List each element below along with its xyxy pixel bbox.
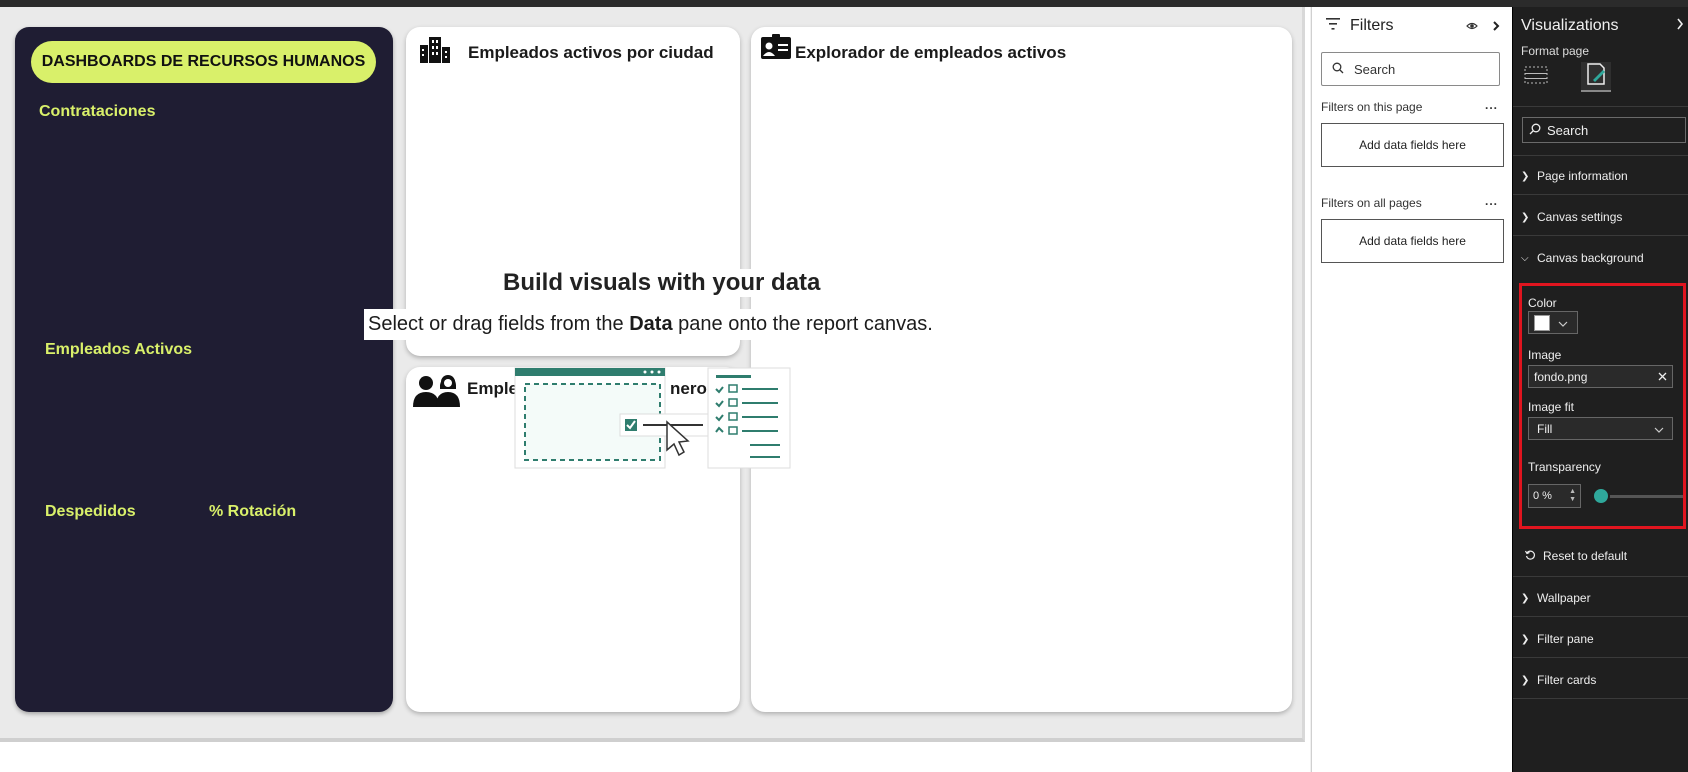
tab-visual-build[interactable] bbox=[1521, 62, 1551, 92]
filter-icon bbox=[1326, 17, 1340, 35]
more-options-icon[interactable]: ... bbox=[1485, 194, 1498, 208]
color-picker[interactable] bbox=[1528, 311, 1578, 334]
reset-label: Reset to default bbox=[1543, 549, 1628, 563]
image-fit-label: Image fit bbox=[1528, 400, 1575, 414]
image-fit-select[interactable]: Fill bbox=[1528, 417, 1673, 440]
chevron-down-icon bbox=[1654, 422, 1664, 436]
stepper-icon[interactable]: ▲ ▼ bbox=[1569, 488, 1576, 504]
chevron-right-icon: ❯ bbox=[1521, 592, 1530, 604]
chevron-right-icon: ❯ bbox=[1521, 170, 1530, 182]
report-page[interactable]: DASHBOARDS DE RECURSOS HUMANOS Contratac… bbox=[0, 7, 1305, 742]
separator bbox=[1513, 698, 1688, 699]
hr-dashboard-panel[interactable]: DASHBOARDS DE RECURSOS HUMANOS Contratac… bbox=[15, 27, 393, 712]
section-label: Filter cards bbox=[1537, 673, 1597, 687]
separator bbox=[1513, 194, 1688, 195]
people-icon bbox=[412, 373, 462, 412]
empty-state-sub-bold: Data bbox=[629, 313, 673, 335]
transparency-label: Transparency bbox=[1528, 460, 1601, 474]
filters-search-placeholder: Search bbox=[1354, 61, 1396, 77]
search-icon bbox=[1332, 62, 1344, 77]
section-label: Canvas background bbox=[1537, 251, 1644, 265]
filters-this-page-section: Filters on this page ... bbox=[1321, 98, 1506, 114]
section-filter-cards[interactable]: ❯ Filter cards bbox=[1521, 673, 1596, 687]
filters-header: Filters bbox=[1326, 17, 1394, 35]
card-explorador-empleados[interactable]: Explorador de empleados activos bbox=[751, 27, 1292, 712]
reset-to-default-button[interactable]: Reset to default bbox=[1524, 549, 1628, 563]
image-field[interactable]: fondo.png bbox=[1528, 365, 1673, 388]
separator bbox=[1513, 155, 1688, 156]
chevron-down-icon: ⌵ bbox=[1521, 252, 1529, 264]
separator bbox=[1513, 576, 1688, 577]
collapse-filters-icon[interactable] bbox=[1492, 19, 1500, 34]
filters-all-pages-dropzone[interactable]: Add data fields here bbox=[1321, 219, 1504, 263]
transparency-value: 0 % bbox=[1533, 490, 1552, 502]
filters-this-page-dropzone[interactable]: Add data fields here bbox=[1321, 123, 1504, 167]
image-filename: fondo.png bbox=[1534, 369, 1588, 384]
tab-format-page[interactable] bbox=[1581, 62, 1611, 92]
separator bbox=[1513, 657, 1688, 658]
chevron-right-icon: ❯ bbox=[1521, 674, 1530, 686]
filters-search-input[interactable]: Search bbox=[1321, 52, 1500, 86]
filters-title: Filters bbox=[1350, 17, 1394, 34]
section-label: Filter pane bbox=[1537, 632, 1594, 646]
chevron-right-icon: ❯ bbox=[1521, 211, 1530, 223]
card-empleados-ciudad[interactable]: Empleados activos por ciudad bbox=[406, 27, 740, 356]
build-visuals-illustration bbox=[512, 362, 792, 477]
format-page-label: Format page bbox=[1521, 44, 1590, 58]
empty-state-sub-pre: Select or drag fields from the bbox=[368, 313, 630, 335]
eye-icon[interactable] bbox=[1466, 19, 1478, 34]
filters-pane: Filters Search Filters on this page ... … bbox=[1311, 7, 1512, 772]
canvas-footer bbox=[0, 752, 1310, 772]
format-paintbrush-icon bbox=[1584, 62, 1608, 91]
visualizations-title: Visualizations bbox=[1521, 17, 1619, 34]
clear-image-icon[interactable] bbox=[1658, 370, 1667, 384]
chevron-right-icon: ❯ bbox=[1521, 633, 1530, 645]
separator bbox=[1513, 616, 1688, 617]
section-canvas-background[interactable]: ⌵ Canvas background bbox=[1521, 251, 1644, 265]
image-fit-value: Fill bbox=[1537, 421, 1553, 436]
card-title-genero-left: Emple bbox=[467, 379, 519, 398]
filters-this-page-label: Filters on this page bbox=[1321, 100, 1423, 114]
contrataciones-label: Contrataciones bbox=[39, 103, 156, 120]
viz-search-placeholder: Search bbox=[1547, 122, 1589, 138]
card-title-ciudad: Empleados activos por ciudad bbox=[468, 43, 714, 62]
filters-all-pages-label: Filters on all pages bbox=[1321, 196, 1422, 210]
color-swatch bbox=[1534, 314, 1550, 331]
id-card-icon bbox=[760, 33, 792, 66]
filters-all-pages-section: Filters on all pages ... bbox=[1321, 194, 1506, 210]
grid-icon bbox=[1524, 65, 1548, 90]
empty-state-title: Build visuals with your data bbox=[499, 269, 825, 297]
buildings-icon bbox=[418, 35, 452, 68]
empty-state-subtitle: Select or drag fields from the Data pane… bbox=[364, 309, 937, 340]
section-page-information[interactable]: ❯ Page information bbox=[1521, 169, 1628, 183]
report-canvas-area: DASHBOARDS DE RECURSOS HUMANOS Contratac… bbox=[0, 7, 1310, 772]
section-label: Canvas settings bbox=[1537, 210, 1623, 224]
transparency-input[interactable]: 0 % ▲ ▼ bbox=[1528, 484, 1581, 508]
image-label: Image bbox=[1528, 348, 1562, 362]
section-label: Page information bbox=[1537, 169, 1628, 183]
reset-icon bbox=[1524, 549, 1535, 563]
dashboard-title: DASHBOARDS DE RECURSOS HUMANOS bbox=[31, 41, 376, 83]
visualizations-pane: Visualizations Format page Search ❯ Page… bbox=[1512, 7, 1688, 772]
section-wallpaper[interactable]: ❯ Wallpaper bbox=[1521, 591, 1591, 605]
separator bbox=[1513, 106, 1688, 107]
filters-header-actions bbox=[1466, 19, 1500, 34]
section-canvas-settings[interactable]: ❯ Canvas settings bbox=[1521, 210, 1622, 224]
empleados-activos-label: Empleados Activos bbox=[45, 341, 193, 358]
rotacion-label: % Rotación bbox=[209, 503, 297, 520]
separator bbox=[1513, 235, 1688, 236]
section-filter-pane[interactable]: ❯ Filter pane bbox=[1521, 632, 1594, 646]
top-bar bbox=[0, 0, 1688, 7]
collapse-visualizations-icon[interactable] bbox=[1676, 17, 1684, 34]
card-title-explorador: Explorador de empleados activos bbox=[795, 43, 1067, 62]
section-label: Wallpaper bbox=[1537, 591, 1591, 605]
transparency-slider-thumb[interactable] bbox=[1592, 487, 1610, 505]
more-options-icon[interactable]: ... bbox=[1485, 98, 1498, 112]
chevron-down-icon bbox=[1558, 314, 1568, 332]
viz-search-input[interactable]: Search bbox=[1522, 117, 1686, 143]
despedidos-label: Despedidos bbox=[45, 503, 136, 520]
empty-state-sub-post: pane onto the report canvas. bbox=[672, 313, 933, 335]
search-icon bbox=[1529, 123, 1541, 138]
color-label: Color bbox=[1528, 296, 1557, 310]
